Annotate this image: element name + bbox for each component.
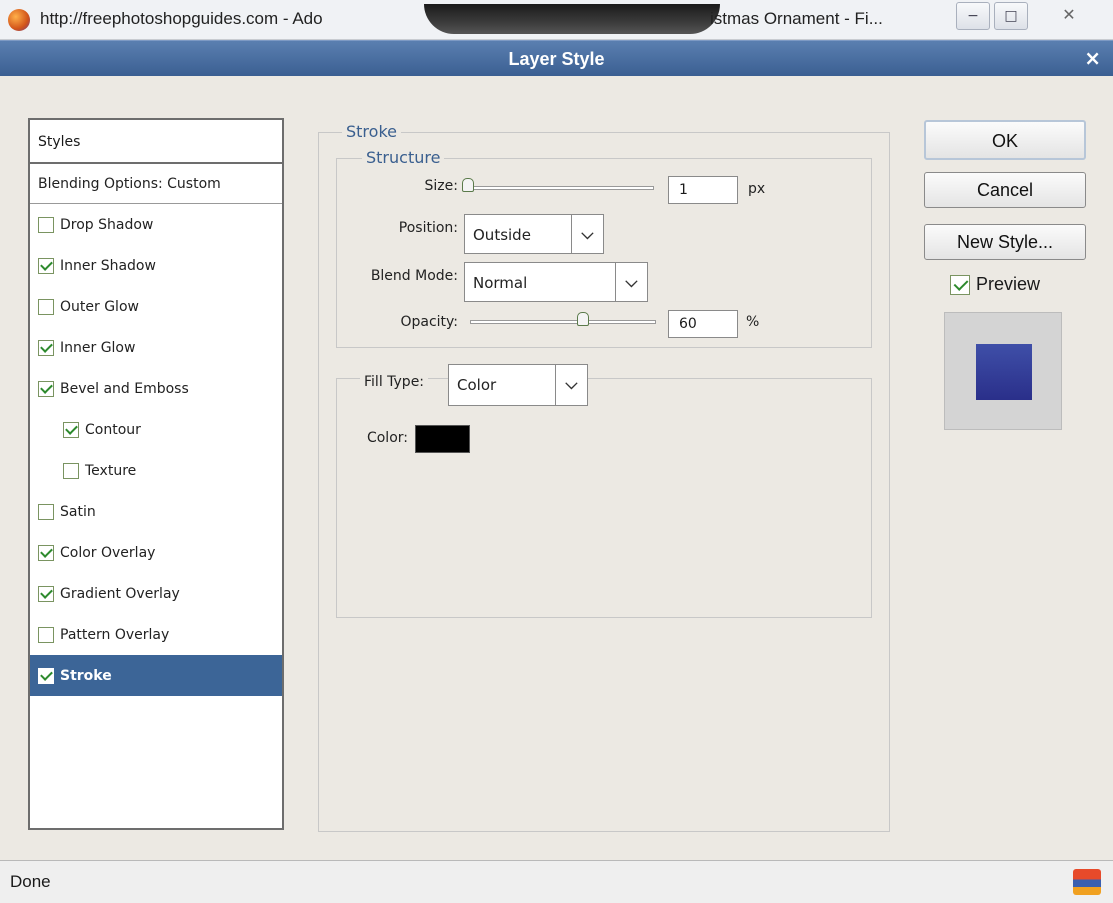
styles-header[interactable]: Styles — [30, 120, 282, 164]
maximize-button[interactable]: □ — [994, 2, 1028, 30]
ok-button[interactable]: OK — [924, 120, 1086, 160]
opacity-input[interactable]: 60 — [668, 310, 738, 338]
texture-checkbox[interactable] — [63, 462, 79, 479]
outer-glow-checkbox[interactable] — [38, 298, 54, 315]
chevron-down-icon[interactable]: ⌵ — [615, 263, 647, 301]
style-item-stroke[interactable]: Stroke — [30, 655, 282, 696]
fill-type-label: Fill Type: — [360, 374, 429, 390]
window-close-button[interactable]: ✕ — [1040, 2, 1098, 30]
cancel-button[interactable]: Cancel — [924, 172, 1086, 208]
style-item-label: Color Overlay — [60, 544, 156, 561]
bevel-emboss-checkbox[interactable] — [38, 380, 54, 397]
stroke-legend: Stroke — [342, 122, 401, 141]
dialog-title: Layer Style — [508, 49, 605, 69]
style-item-label: Pattern Overlay — [60, 626, 170, 643]
style-item-inner-glow[interactable]: Inner Glow — [30, 327, 282, 368]
redaction-overlay — [424, 4, 720, 34]
styles-list: Styles Blending Options: Custom Drop Sha… — [28, 118, 284, 830]
color-label: Color: — [366, 430, 408, 446]
stroke-color-swatch[interactable] — [415, 425, 470, 453]
size-unit: px — [748, 181, 766, 197]
dialog-titlebar: Layer Style × — [0, 40, 1113, 76]
preview-checkbox[interactable] — [950, 274, 970, 295]
opacity-slider-thumb[interactable] — [577, 312, 589, 326]
opacity-unit: % — [746, 314, 760, 330]
browser-title-bar: http://freephotoshopguides.com - Ado ist… — [0, 0, 1113, 40]
new-style-button[interactable]: New Style... — [924, 224, 1086, 260]
contour-checkbox[interactable] — [63, 421, 79, 438]
opacity-slider-track[interactable] — [470, 320, 656, 324]
fill-type-group — [336, 378, 872, 618]
color-overlay-checkbox[interactable] — [38, 544, 54, 561]
addon-icon[interactable] — [1073, 869, 1101, 895]
chevron-down-icon[interactable]: ⌵ — [571, 215, 603, 253]
style-item-satin[interactable]: Satin — [30, 491, 282, 532]
style-item-bevel-emboss[interactable]: Bevel and Emboss — [30, 368, 282, 409]
drop-shadow-checkbox[interactable] — [38, 216, 54, 233]
preview-label: Preview — [976, 274, 1041, 294]
style-item-drop-shadow[interactable]: Drop Shadow — [30, 204, 282, 245]
browser-title-tail: istmas Ornament - Fi... — [710, 9, 883, 28]
gradient-overlay-checkbox[interactable] — [38, 585, 54, 602]
style-item-label: Bevel and Emboss — [60, 380, 189, 397]
firefox-icon — [8, 9, 30, 31]
preview-thumbnail — [944, 312, 1062, 430]
size-slider-track[interactable] — [466, 186, 654, 190]
blending-options-item[interactable]: Blending Options: Custom — [30, 164, 282, 204]
fill-type-select[interactable]: Color ⌵ — [448, 364, 588, 406]
size-label: Size: — [424, 178, 458, 194]
style-item-outer-glow[interactable]: Outer Glow — [30, 286, 282, 327]
style-item-label: Inner Shadow — [60, 257, 156, 274]
minimize-button[interactable]: − — [956, 2, 990, 30]
style-item-gradient-overlay[interactable]: Gradient Overlay — [30, 573, 282, 614]
position-value: Outside — [473, 226, 531, 244]
position-select[interactable]: Outside ⌵ — [464, 214, 604, 254]
style-item-label: Satin — [60, 503, 96, 520]
size-input[interactable]: 1 — [668, 176, 738, 204]
fill-type-value: Color — [457, 376, 497, 394]
style-item-pattern-overlay[interactable]: Pattern Overlay — [30, 614, 282, 655]
blend-mode-select[interactable]: Normal ⌵ — [464, 262, 648, 302]
style-item-label: Contour — [85, 421, 141, 438]
chevron-down-icon[interactable]: ⌵ — [555, 365, 587, 405]
style-item-contour[interactable]: Contour — [30, 409, 282, 450]
inner-glow-checkbox[interactable] — [38, 339, 54, 356]
status-text: Done — [10, 872, 51, 891]
inner-shadow-checkbox[interactable] — [38, 257, 54, 274]
preview-toggle[interactable]: Preview — [950, 274, 1040, 295]
opacity-label: Opacity: — [400, 314, 458, 330]
browser-status-bar: Done — [0, 860, 1113, 903]
stroke-checkbox[interactable] — [38, 667, 54, 684]
pattern-overlay-checkbox[interactable] — [38, 626, 54, 643]
dialog-close-icon[interactable]: × — [1084, 47, 1101, 69]
position-label: Position: — [398, 220, 458, 236]
style-item-texture[interactable]: Texture — [30, 450, 282, 491]
structure-legend: Structure — [362, 148, 445, 167]
style-item-label: Drop Shadow — [60, 216, 154, 233]
style-item-label: Outer Glow — [60, 298, 139, 315]
style-item-label: Inner Glow — [60, 339, 136, 356]
browser-title: http://freephotoshopguides.com - Ado — [40, 9, 323, 28]
style-item-label: Stroke — [60, 667, 112, 684]
style-item-label: Gradient Overlay — [60, 585, 180, 602]
satin-checkbox[interactable] — [38, 503, 54, 520]
style-item-inner-shadow[interactable]: Inner Shadow — [30, 245, 282, 286]
blend-mode-label: Blend Mode: — [370, 268, 458, 284]
size-slider-thumb[interactable] — [462, 178, 474, 192]
blend-mode-value: Normal — [473, 274, 528, 292]
style-item-label: Texture — [85, 462, 137, 479]
preview-swatch — [976, 344, 1032, 400]
style-item-color-overlay[interactable]: Color Overlay — [30, 532, 282, 573]
